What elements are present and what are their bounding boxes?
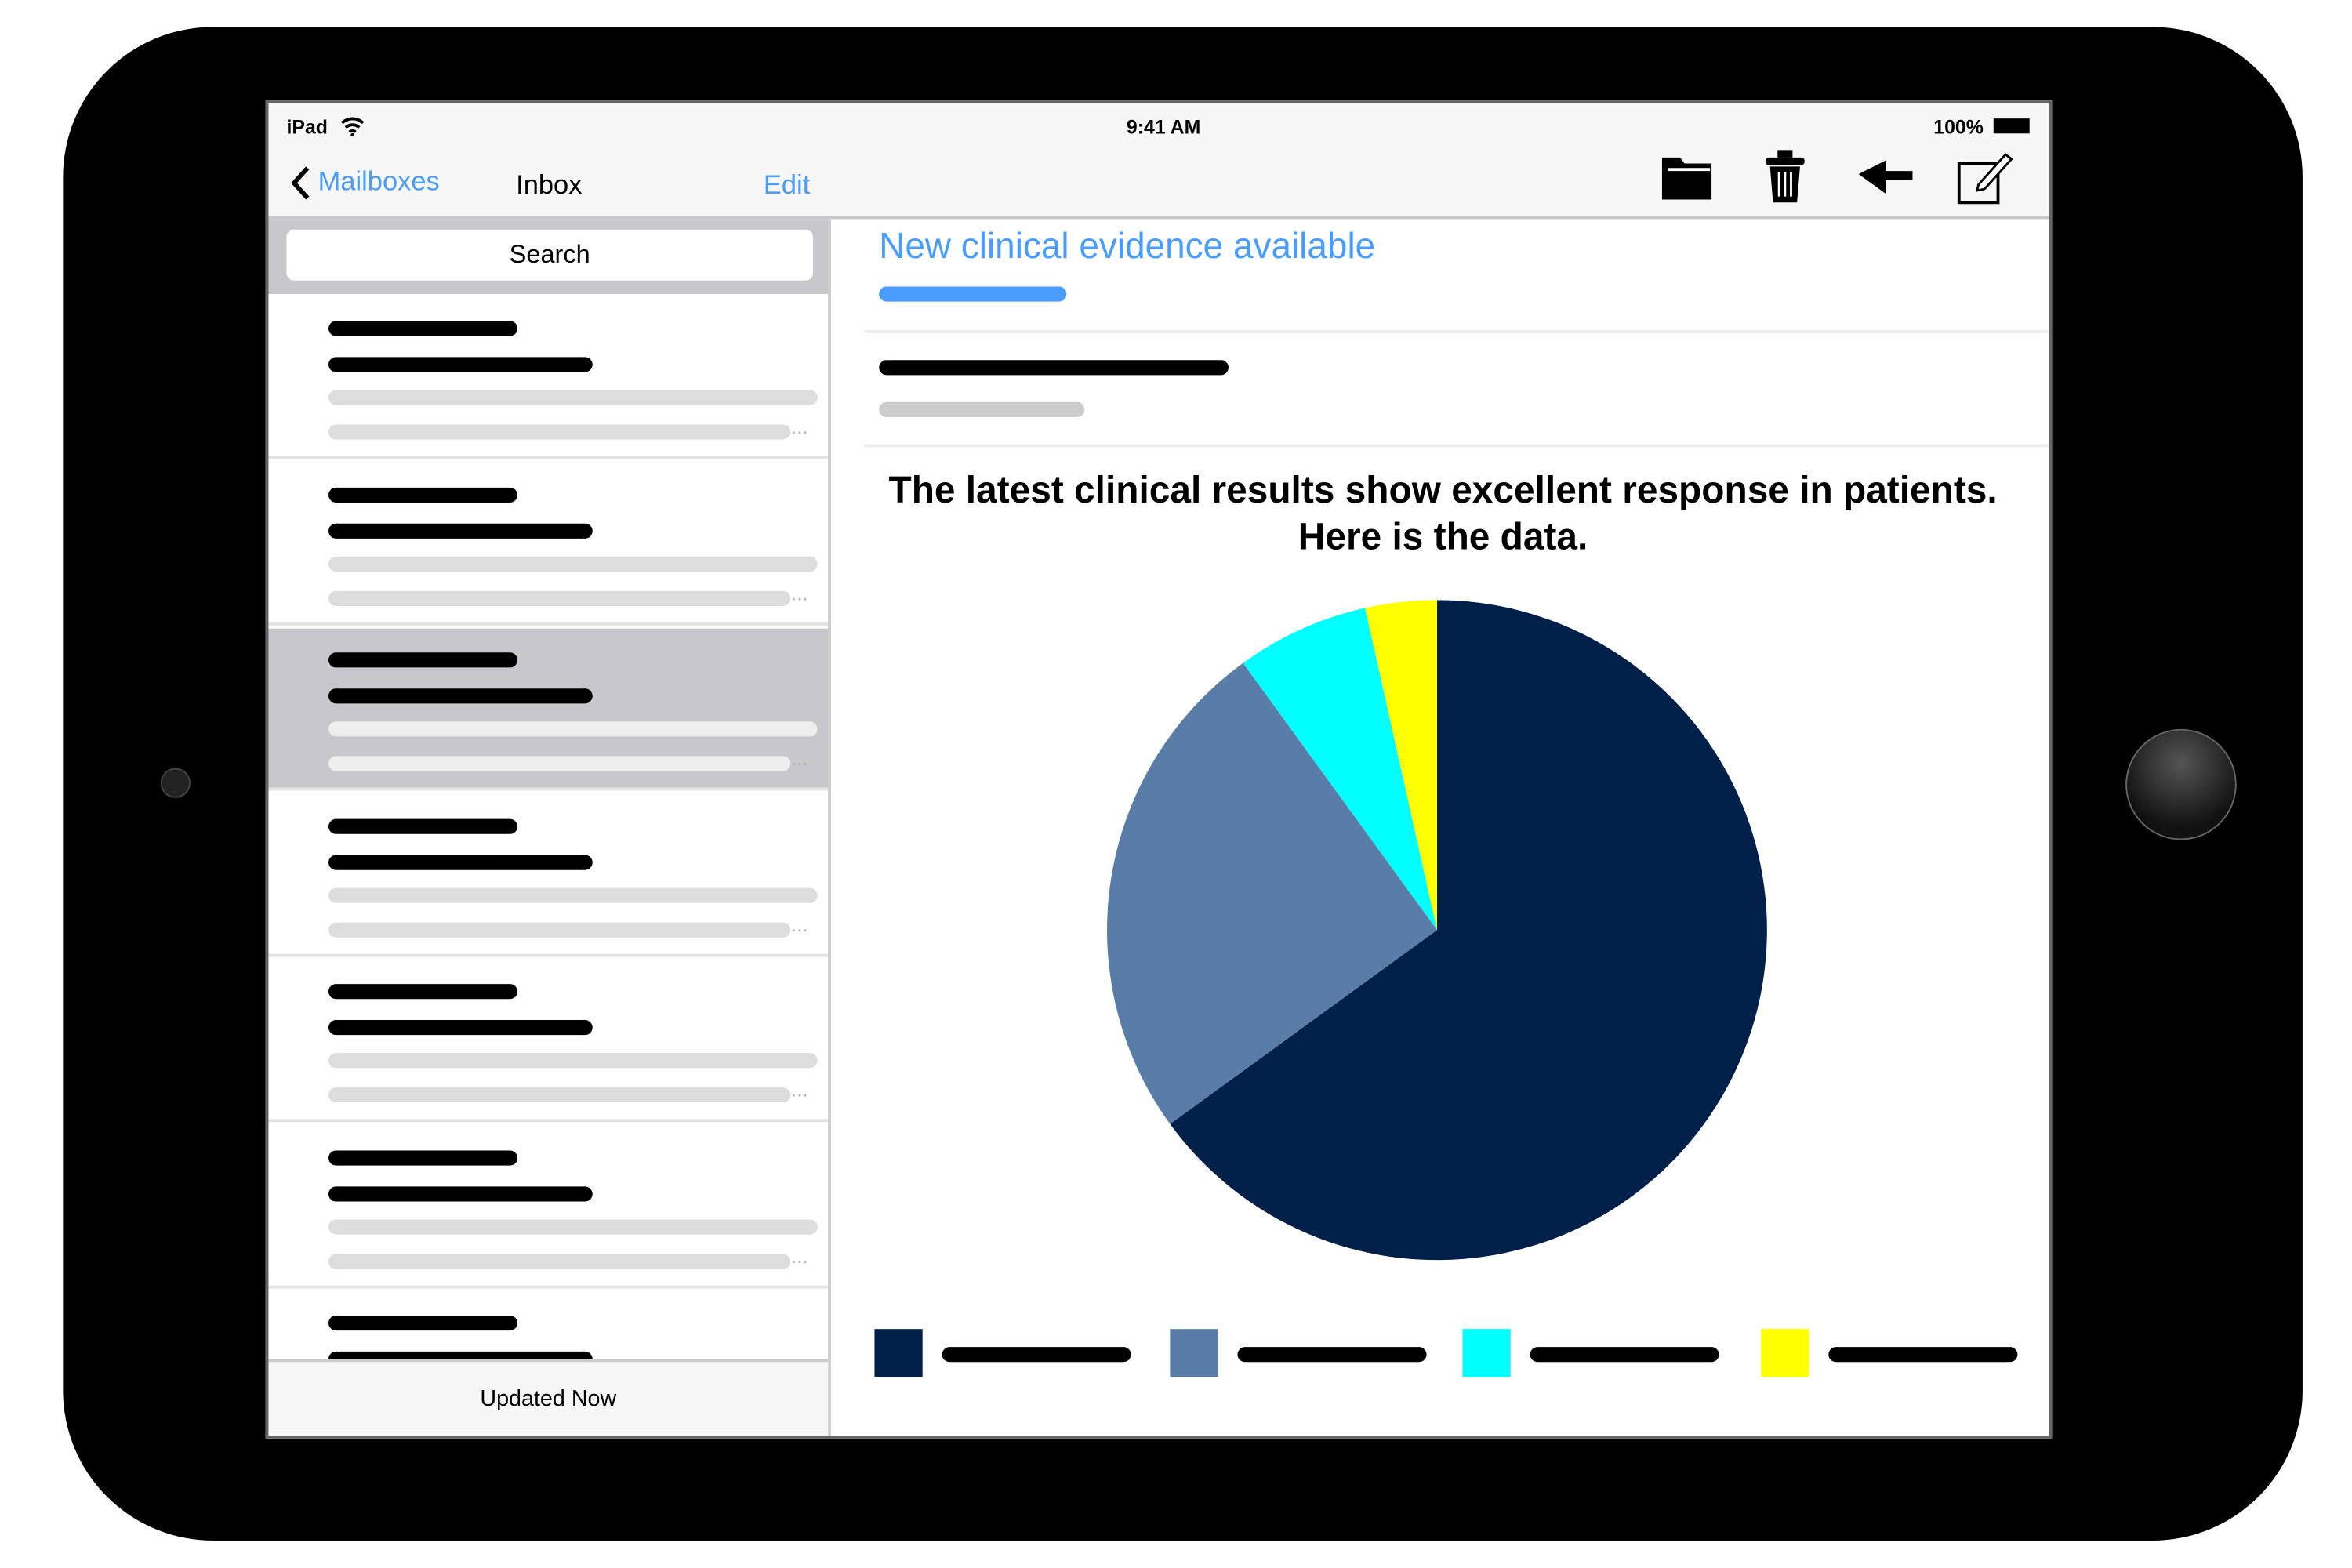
preview-placeholder <box>328 1087 791 1103</box>
legend-label-placeholder <box>1237 1347 1427 1363</box>
folder-icon[interactable] <box>1659 151 1716 202</box>
screen: iPad 9:41 AM 100% Mailboxes Inbox Edit S… <box>265 100 2053 1439</box>
divider <box>864 444 2049 448</box>
preview-placeholder <box>328 424 791 440</box>
list-item[interactable]: … <box>268 1126 829 1288</box>
nav-title: Inbox <box>516 169 583 200</box>
list-item[interactable]: … <box>268 463 829 625</box>
wifi-icon <box>340 117 365 137</box>
home-button[interactable] <box>2125 728 2237 840</box>
subject-underline <box>879 286 1067 302</box>
list-item[interactable]: … <box>268 297 829 459</box>
sender-placeholder <box>328 652 518 668</box>
preview-placeholder <box>328 1253 791 1269</box>
sender-placeholder <box>328 1149 518 1165</box>
list-item[interactable]: … <box>268 794 829 956</box>
divider <box>864 329 2049 333</box>
ellipsis: … <box>790 1245 809 1267</box>
sender-placeholder <box>328 1315 518 1331</box>
device-label: iPad <box>286 115 328 139</box>
preview-placeholder <box>328 1218 818 1234</box>
preview-placeholder <box>328 590 791 606</box>
message-heading: The latest clinical results show excelle… <box>834 468 2049 561</box>
sender-placeholder <box>328 486 518 502</box>
preview-placeholder <box>328 390 818 405</box>
message-view: New clinical evidence available The late… <box>834 219 2049 1436</box>
legend-label-placeholder <box>1530 1347 1719 1363</box>
sender-placeholder <box>328 818 518 833</box>
legend-label-placeholder <box>942 1347 1131 1363</box>
legend-swatch <box>1170 1329 1218 1377</box>
list-item[interactable]: … <box>268 960 829 1123</box>
legend-swatch <box>874 1329 923 1377</box>
preview-placeholder <box>328 1053 818 1069</box>
status-bar: iPad 9:41 AM 100% <box>268 103 2049 149</box>
ellipsis: … <box>790 748 809 770</box>
sender-placeholder <box>879 360 1229 376</box>
nav-bar: Mailboxes Inbox Edit <box>268 148 2049 220</box>
update-status: Updated Now <box>268 1359 829 1436</box>
trash-icon[interactable] <box>1762 148 1807 205</box>
back-button[interactable]: Mailboxes <box>289 165 440 201</box>
legend-label-placeholder <box>1828 1347 2018 1363</box>
preview-placeholder <box>328 887 818 902</box>
reply-icon[interactable] <box>1856 158 1916 197</box>
ellipsis: … <box>790 914 809 935</box>
message-subject: New clinical evidence available <box>879 226 1376 267</box>
preview-placeholder <box>328 921 791 937</box>
search-input[interactable]: Search <box>286 229 814 281</box>
subject-placeholder <box>328 522 593 538</box>
subject-placeholder <box>328 1185 593 1201</box>
clock: 9:41 AM <box>1126 115 1201 139</box>
message-list-sidebar: Search … … … … … … … <box>268 219 831 1436</box>
subject-placeholder <box>328 357 593 372</box>
list-item[interactable]: … <box>268 628 829 791</box>
battery-icon <box>1993 118 2030 134</box>
ellipsis: … <box>790 416 809 438</box>
sender-placeholder <box>328 321 518 336</box>
preview-placeholder <box>328 721 818 737</box>
chevron-left-icon <box>291 166 310 200</box>
ellipsis: … <box>790 583 809 604</box>
subject-placeholder <box>328 1020 593 1036</box>
heading-line-1: The latest clinical results show excelle… <box>888 469 1998 512</box>
edit-button[interactable]: Edit <box>764 169 810 201</box>
heading-line-2: Here is the data. <box>1298 516 1588 558</box>
pie-chart <box>1107 600 1767 1261</box>
ellipsis: … <box>790 1080 809 1102</box>
camera <box>160 768 191 798</box>
legend-swatch <box>1761 1329 1809 1377</box>
sender-placeholder <box>328 984 518 1000</box>
legend-swatch <box>1462 1329 1511 1377</box>
compose-icon[interactable] <box>1955 148 2015 205</box>
back-label: Mailboxes <box>318 165 440 197</box>
preview-placeholder <box>328 555 818 572</box>
date-placeholder <box>879 401 1085 417</box>
subject-placeholder <box>328 688 593 704</box>
battery-percent: 100% <box>1933 115 1984 139</box>
preview-placeholder <box>328 756 791 771</box>
search-area: Search <box>268 219 829 295</box>
subject-placeholder <box>328 854 593 869</box>
